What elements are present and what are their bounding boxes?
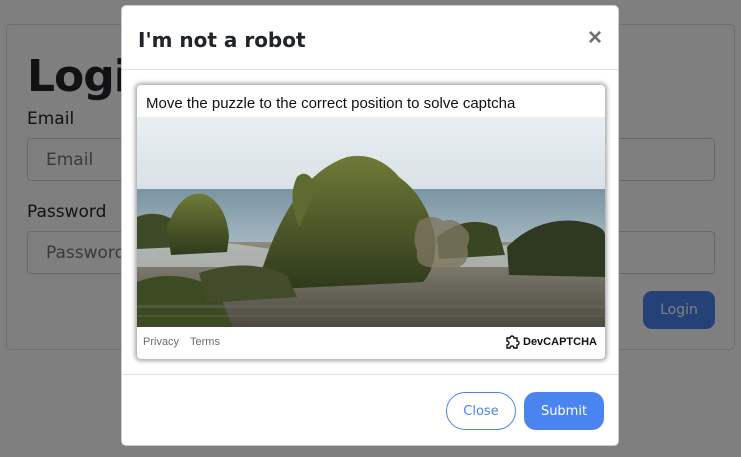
divider — [122, 374, 618, 375]
captcha-brand: DevCAPTCHA — [504, 333, 597, 351]
captcha-image — [137, 117, 605, 327]
terms-link[interactable]: Terms — [190, 336, 220, 348]
puzzle-piece-icon — [506, 335, 520, 349]
brand-name: DevCAPTCHA — [523, 336, 597, 348]
modal-title: I'm not a robot — [138, 28, 306, 52]
captcha-widget: Move the puzzle to the correct position … — [137, 85, 605, 359]
captcha-photo — [137, 117, 605, 327]
captcha-modal: I'm not a robot × Move the puzzle to the… — [121, 5, 619, 446]
close-icon[interactable]: × — [584, 25, 606, 51]
captcha-instruction: Move the puzzle to the correct position … — [146, 95, 516, 112]
divider — [122, 69, 618, 70]
privacy-link[interactable]: Privacy — [143, 336, 179, 348]
close-button[interactable]: Close — [446, 392, 516, 430]
submit-button[interactable]: Submit — [524, 392, 604, 430]
